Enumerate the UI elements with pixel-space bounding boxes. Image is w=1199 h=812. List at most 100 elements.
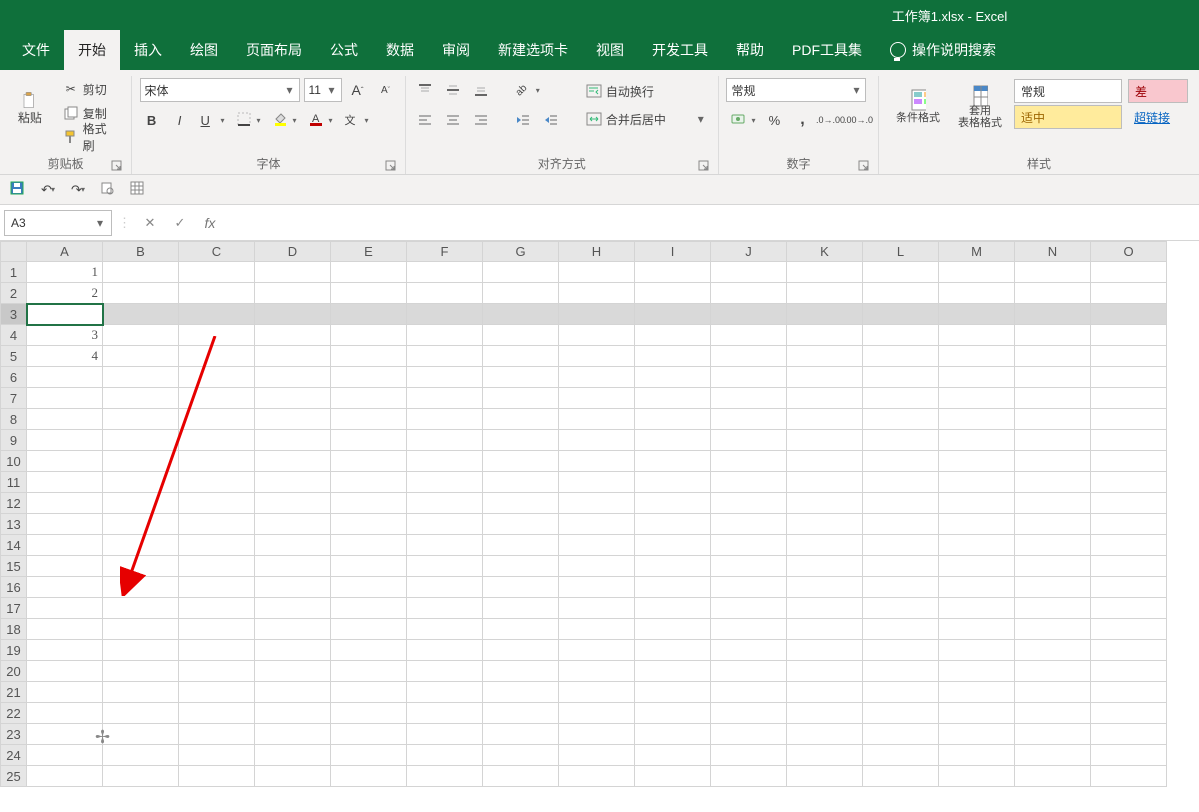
cell-F24[interactable] [407,745,483,766]
cell-E16[interactable] [331,577,407,598]
cell-M18[interactable] [939,619,1015,640]
tab-插入[interactable]: 插入 [120,30,176,70]
indent-inc-button[interactable] [539,108,563,132]
cell-M25[interactable] [939,766,1015,787]
cell-A5[interactable]: 4 [27,346,103,367]
cell-M3[interactable] [939,304,1015,325]
cell-O18[interactable] [1091,619,1167,640]
cell-H19[interactable] [559,640,635,661]
cell-M16[interactable] [939,577,1015,598]
fill-color-button[interactable] [268,108,300,132]
cell-J23[interactable] [711,724,787,745]
cell-J8[interactable] [711,409,787,430]
cell-K19[interactable] [787,640,863,661]
cell-E3[interactable] [331,304,407,325]
cell-D7[interactable] [255,388,331,409]
cell-O25[interactable] [1091,766,1167,787]
cell-I9[interactable] [635,430,711,451]
col-O[interactable]: O [1091,242,1167,262]
row-20[interactable]: 20 [1,661,27,682]
cell-J18[interactable] [711,619,787,640]
cell-O1[interactable] [1091,262,1167,283]
cell-L18[interactable] [863,619,939,640]
cell-C16[interactable] [179,577,255,598]
col-H[interactable]: H [559,242,635,262]
cell-E4[interactable] [331,325,407,346]
cell-B12[interactable] [103,493,179,514]
cell-B23[interactable] [103,724,179,745]
cell-F23[interactable] [407,724,483,745]
cell-E15[interactable] [331,556,407,577]
cell-M15[interactable] [939,556,1015,577]
cell-A18[interactable] [27,619,103,640]
cell-K6[interactable] [787,367,863,388]
cell-G14[interactable] [483,535,559,556]
cell-H21[interactable] [559,682,635,703]
row-18[interactable]: 18 [1,619,27,640]
cell-A2[interactable]: 2 [27,283,103,304]
cell-I21[interactable] [635,682,711,703]
increase-font-button[interactable]: Aˆ [346,78,370,102]
col-L[interactable]: L [863,242,939,262]
row-8[interactable]: 8 [1,409,27,430]
comma-button[interactable]: , [790,108,814,132]
cell-E5[interactable] [331,346,407,367]
cell-F16[interactable] [407,577,483,598]
cell-I2[interactable] [635,283,711,304]
cell-H25[interactable] [559,766,635,787]
cell-F15[interactable] [407,556,483,577]
cell-I13[interactable] [635,514,711,535]
cell-E21[interactable] [331,682,407,703]
cell-G25[interactable] [483,766,559,787]
phonetic-button[interactable]: 文 [340,108,372,132]
orientation-button[interactable]: ab [511,78,543,102]
cell-L22[interactable] [863,703,939,724]
cell-K4[interactable] [787,325,863,346]
cell-B19[interactable] [103,640,179,661]
cell-G5[interactable] [483,346,559,367]
cell-H15[interactable] [559,556,635,577]
row-12[interactable]: 12 [1,493,27,514]
valign-top-button[interactable] [413,78,437,102]
cell-D20[interactable] [255,661,331,682]
cell-H11[interactable] [559,472,635,493]
col-D[interactable]: D [255,242,331,262]
cell-I15[interactable] [635,556,711,577]
cell-G22[interactable] [483,703,559,724]
col-I[interactable]: I [635,242,711,262]
cell-H9[interactable] [559,430,635,451]
cell-O3[interactable] [1091,304,1167,325]
cell-A16[interactable] [27,577,103,598]
cell-F18[interactable] [407,619,483,640]
cell-K24[interactable] [787,745,863,766]
wrap-text-button[interactable]: 自动换行 [581,80,691,102]
cell-F13[interactable] [407,514,483,535]
cell-L12[interactable] [863,493,939,514]
row-4[interactable]: 4 [1,325,27,346]
cell-G13[interactable] [483,514,559,535]
cell-M13[interactable] [939,514,1015,535]
cell-F25[interactable] [407,766,483,787]
cell-L20[interactable] [863,661,939,682]
row-21[interactable]: 21 [1,682,27,703]
cell-L2[interactable] [863,283,939,304]
cell-G7[interactable] [483,388,559,409]
cell-K17[interactable] [787,598,863,619]
cell-H17[interactable] [559,598,635,619]
cell-L14[interactable] [863,535,939,556]
cell-F5[interactable] [407,346,483,367]
cell-H23[interactable] [559,724,635,745]
row-2[interactable]: 2 [1,283,27,304]
cell-J22[interactable] [711,703,787,724]
tab-开发工具[interactable]: 开发工具 [638,30,722,70]
tell-me-search[interactable]: 操作说明搜索 [876,30,1010,70]
cell-D6[interactable] [255,367,331,388]
cell-B14[interactable] [103,535,179,556]
cell-N19[interactable] [1015,640,1091,661]
number-launcher-icon[interactable] [858,160,870,172]
cell-C18[interactable] [179,619,255,640]
cell-H5[interactable] [559,346,635,367]
cell-F2[interactable] [407,283,483,304]
decrease-font-button[interactable]: Aˇ [374,78,398,102]
valign-bot-button[interactable] [469,78,493,102]
